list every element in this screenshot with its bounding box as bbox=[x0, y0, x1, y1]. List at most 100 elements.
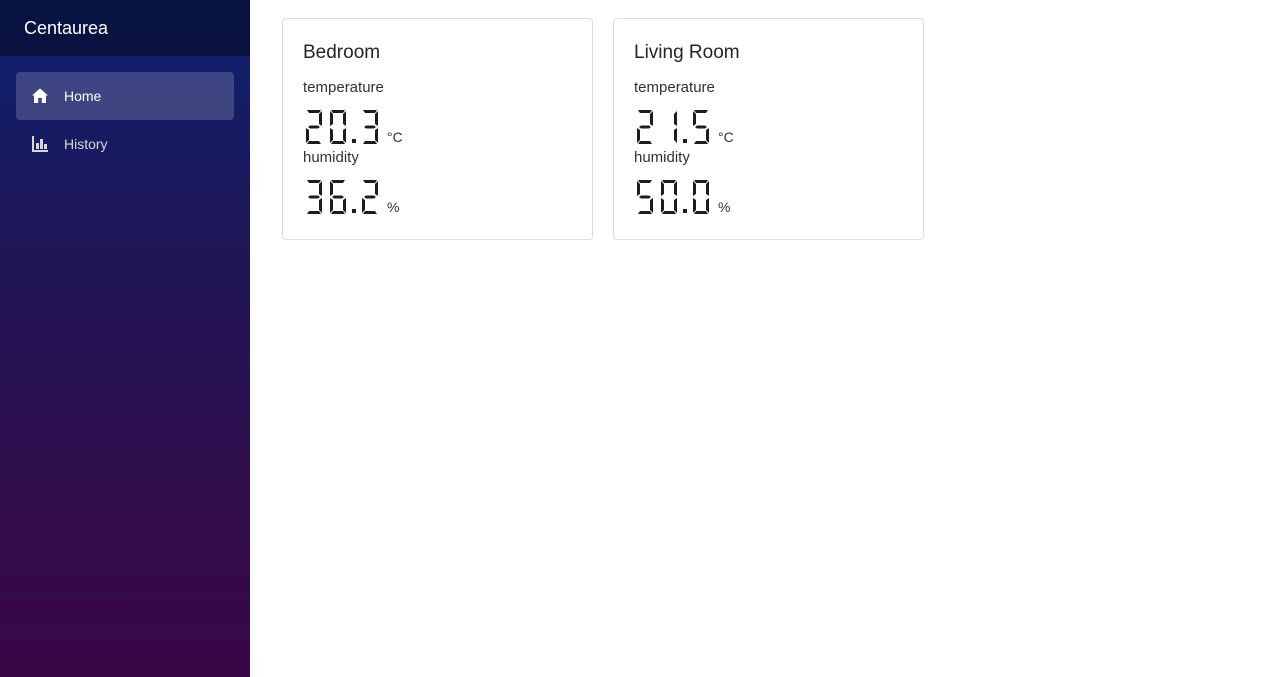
room-card-bedroom: Bedroom temperature °C humidity % bbox=[282, 18, 593, 240]
decimal-point bbox=[352, 139, 356, 143]
humidity-unit: % bbox=[718, 199, 731, 215]
digit-3 bbox=[363, 110, 378, 144]
segment-a bbox=[331, 110, 345, 113]
segment-a bbox=[363, 180, 377, 183]
segment-b bbox=[650, 111, 653, 126]
segment-g bbox=[639, 195, 651, 199]
segment-d bbox=[331, 211, 345, 214]
digit-0 bbox=[661, 180, 677, 214]
segment-a bbox=[638, 180, 652, 183]
segment-c bbox=[343, 128, 346, 143]
decimal-point bbox=[683, 209, 687, 213]
segment-a bbox=[307, 180, 321, 183]
temperature-label: temperature bbox=[634, 79, 715, 96]
sidebar-item-label: History bbox=[64, 136, 108, 152]
segment-a bbox=[694, 110, 708, 113]
room-title: Bedroom bbox=[303, 42, 381, 63]
sidebar-nav: Home History bbox=[0, 56, 250, 168]
temperature-value bbox=[303, 109, 381, 145]
segment-f bbox=[693, 181, 696, 196]
segment-d bbox=[331, 141, 345, 144]
segment-c bbox=[706, 198, 709, 213]
humidity-label: humidity bbox=[634, 149, 690, 166]
sidebar-item-label: Home bbox=[64, 88, 102, 104]
segment-c bbox=[650, 198, 653, 213]
segment-g bbox=[332, 195, 344, 199]
humidity-reading: % bbox=[634, 167, 903, 215]
humidity-reading: % bbox=[303, 167, 572, 215]
home-icon bbox=[30, 86, 50, 106]
bar-chart-icon bbox=[30, 134, 50, 154]
humidity-value bbox=[303, 179, 381, 215]
segment-b bbox=[375, 111, 378, 126]
decimal-point bbox=[683, 139, 687, 143]
digit-1 bbox=[674, 111, 677, 143]
segment-b bbox=[319, 111, 322, 126]
main-content: Bedroom temperature °C humidity % Living… bbox=[250, 0, 1280, 677]
segment-d bbox=[694, 141, 708, 144]
segment-b bbox=[343, 111, 346, 126]
segment-a bbox=[363, 110, 377, 113]
segment-f bbox=[637, 181, 640, 196]
room-card-living-room: Living Room temperature °C humidity % bbox=[613, 18, 924, 240]
segment-g bbox=[308, 195, 320, 199]
temperature-reading: °C bbox=[634, 97, 903, 145]
segment-e bbox=[693, 198, 696, 213]
segment-f bbox=[330, 111, 333, 126]
temperature-unit: °C bbox=[718, 129, 734, 145]
segment-a bbox=[307, 110, 321, 113]
digit-0 bbox=[330, 110, 346, 144]
digit-5 bbox=[637, 180, 653, 214]
segment-a bbox=[331, 180, 345, 183]
segment-f bbox=[693, 111, 696, 126]
segment-c bbox=[375, 128, 378, 143]
segment-d bbox=[307, 141, 321, 144]
digit-2 bbox=[637, 110, 653, 144]
segment-b bbox=[319, 181, 322, 196]
segment-b bbox=[674, 181, 677, 196]
segment-a bbox=[638, 110, 652, 113]
temperature-unit: °C bbox=[387, 129, 403, 145]
humidity-value bbox=[634, 179, 712, 215]
segment-e bbox=[362, 198, 365, 213]
room-title: Living Room bbox=[634, 42, 740, 63]
temperature-reading: °C bbox=[303, 97, 572, 145]
segment-c bbox=[706, 128, 709, 143]
sidebar-item-history[interactable]: History bbox=[16, 120, 234, 168]
temperature-value bbox=[634, 109, 712, 145]
digit-0 bbox=[693, 180, 709, 214]
segment-e bbox=[661, 198, 664, 213]
segment-g bbox=[308, 125, 320, 129]
segment-g bbox=[695, 125, 707, 129]
segment-b bbox=[706, 181, 709, 196]
segment-d bbox=[363, 211, 377, 214]
segment-a bbox=[694, 180, 708, 183]
segment-e bbox=[306, 128, 309, 143]
segment-e bbox=[330, 128, 333, 143]
segment-g bbox=[364, 125, 376, 129]
segment-c bbox=[343, 198, 346, 213]
segment-c bbox=[674, 198, 677, 213]
digit-6 bbox=[330, 180, 346, 214]
segment-d bbox=[638, 211, 652, 214]
segment-f bbox=[661, 181, 664, 196]
segment-d bbox=[363, 141, 377, 144]
digit-2 bbox=[306, 110, 322, 144]
digit-3 bbox=[307, 180, 322, 214]
temperature-label: temperature bbox=[303, 79, 384, 96]
app-title: Centaurea bbox=[0, 0, 250, 56]
humidity-label: humidity bbox=[303, 149, 359, 166]
digit-5 bbox=[693, 110, 709, 144]
segment-e bbox=[637, 128, 640, 143]
segment-a bbox=[662, 180, 676, 183]
segment-b bbox=[375, 181, 378, 196]
segment-c bbox=[674, 128, 677, 143]
segment-e bbox=[330, 198, 333, 213]
sidebar-item-home[interactable]: Home bbox=[16, 72, 234, 120]
segment-g bbox=[639, 125, 651, 129]
segment-g bbox=[364, 195, 376, 199]
segment-f bbox=[330, 181, 333, 196]
segment-c bbox=[319, 198, 322, 213]
sidebar: Centaurea Home History bbox=[0, 0, 250, 677]
decimal-point bbox=[352, 209, 356, 213]
